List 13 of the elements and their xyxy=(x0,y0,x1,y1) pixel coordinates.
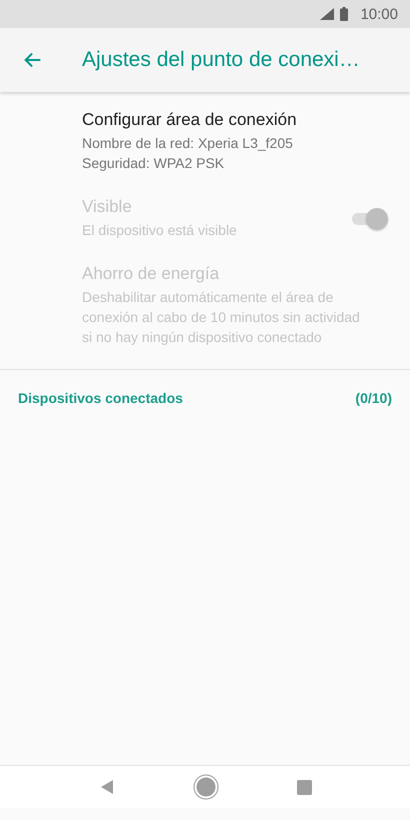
device-count: (0/10) xyxy=(355,390,392,406)
signal-icon xyxy=(320,8,334,20)
settings-item[interactable]: Configurar área de conexión Nombre de la red: Xperia L3_f205 Seguridad: WPA2 PSK xyxy=(0,110,410,173)
page-title: Ajustes del punto de conexi… xyxy=(82,48,360,72)
battery-icon xyxy=(340,7,348,21)
recents-icon[interactable] xyxy=(296,780,312,794)
back-icon[interactable] xyxy=(98,779,114,795)
section-header: Dispositivos conectados xyxy=(18,390,183,406)
setting-title: Configurar área de conexión xyxy=(82,110,298,130)
setting-summary: Seguridad: WPA2 PSK xyxy=(82,154,226,173)
clock-time: 10:00 xyxy=(360,6,398,22)
setting-summary: Nombre de la red: Xperia L3_f205 xyxy=(82,134,294,153)
home-icon[interactable] xyxy=(192,774,218,800)
